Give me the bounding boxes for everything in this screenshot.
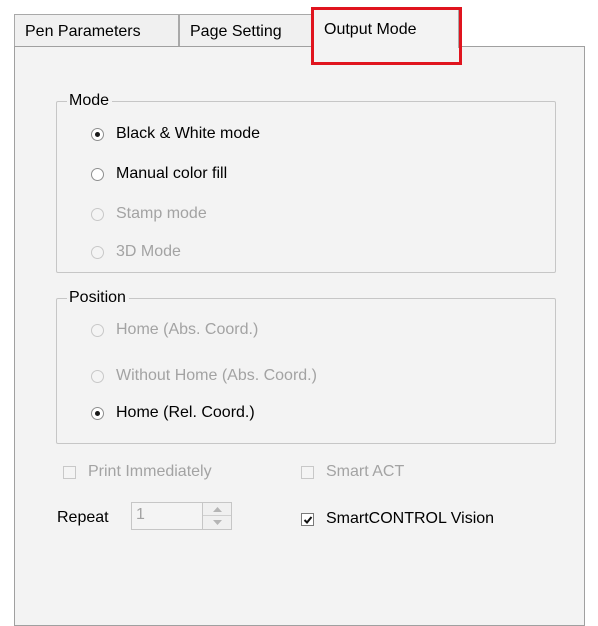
radio-indicator — [91, 323, 104, 337]
radio-label: Home (Rel. Coord.) — [116, 404, 255, 421]
checkbox-box — [301, 512, 314, 526]
position-group-title: Position — [67, 289, 129, 307]
position-groupbox: Position Home (Abs. Coord.) Without Home… — [56, 289, 556, 444]
repeat-input[interactable]: 1 — [131, 502, 203, 530]
spin-up-arrow-icon — [212, 506, 222, 512]
checkbox-box — [63, 465, 76, 479]
checkbox-label: Print Immediately — [88, 463, 212, 480]
repeat-spinner[interactable] — [202, 502, 232, 530]
repeat-label: Repeat — [57, 509, 109, 526]
tab-page-setting[interactable]: Page Setting — [179, 14, 313, 46]
radio-label: 3D Mode — [116, 243, 181, 260]
radio-indicator — [91, 245, 104, 259]
radio-label: Home (Abs. Coord.) — [116, 321, 259, 338]
checkmark-icon — [303, 515, 313, 524]
print-immediately-checkbox[interactable]: Print Immediately — [63, 461, 212, 483]
radio-manual-color-fill[interactable]: Manual color fill — [91, 163, 227, 185]
radio-indicator — [91, 167, 104, 181]
radio-indicator — [91, 406, 104, 420]
tab-label: Output Mode — [324, 21, 417, 38]
radio-home-abs-coord[interactable]: Home (Abs. Coord.) — [91, 319, 258, 341]
radio-label: Manual color fill — [116, 165, 228, 182]
smartcontrol-vision-checkbox[interactable]: SmartCONTROL Vision — [301, 508, 494, 530]
spin-down-button[interactable] — [203, 516, 231, 529]
radio-indicator — [91, 369, 104, 383]
radio-label: Stamp mode — [116, 205, 207, 222]
checkbox-label: SmartCONTROL Vision — [326, 510, 495, 527]
checkbox-box — [301, 465, 314, 479]
mode-group-title: Mode — [67, 92, 113, 110]
radio-indicator — [91, 207, 104, 221]
radio-indicator — [91, 127, 104, 141]
mode-groupbox: Mode Black & White mode Manual color fil… — [56, 92, 556, 273]
tab-label: Page Setting — [190, 23, 282, 40]
tab-output-mode[interactable]: Output Mode — [313, 9, 459, 48]
radio-stamp-mode[interactable]: Stamp mode — [91, 203, 207, 225]
radio-black-white-mode[interactable]: Black & White mode — [91, 123, 260, 145]
radio-home-rel-coord[interactable]: Home (Rel. Coord.) — [91, 402, 255, 424]
smart-act-checkbox[interactable]: Smart ACT — [301, 461, 404, 483]
dialog-page: { "tabs": [ {"label": "Pen Parameters", … — [0, 0, 598, 626]
radio-3d-mode[interactable]: 3D Mode — [91, 241, 181, 263]
radio-label: Black & White mode — [116, 125, 261, 142]
spin-down-arrow-icon — [212, 520, 222, 525]
spin-up-button[interactable] — [203, 503, 231, 516]
tab-pen-parameters[interactable]: Pen Parameters — [14, 14, 179, 46]
radio-label: Without Home (Abs. Coord.) — [116, 367, 317, 384]
radio-without-home-abs-coord[interactable]: Without Home (Abs. Coord.) — [91, 365, 317, 387]
checkbox-label: Smart ACT — [326, 463, 405, 480]
tab-label: Pen Parameters — [25, 23, 141, 40]
